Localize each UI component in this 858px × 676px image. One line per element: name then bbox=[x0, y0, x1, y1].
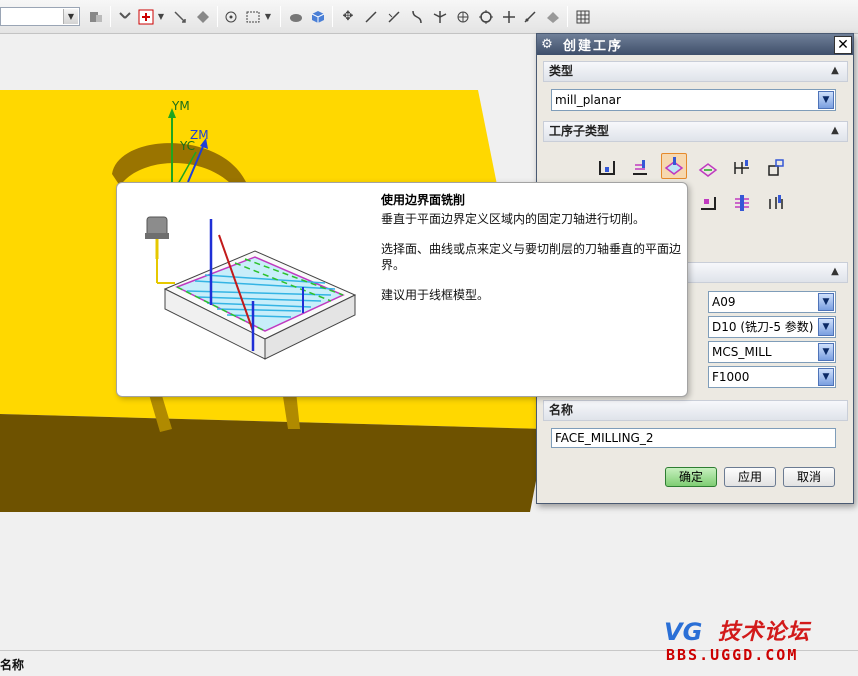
geometry-value: MCS_MILL bbox=[712, 345, 772, 359]
toolbar-separator bbox=[332, 6, 333, 27]
toolbar-separator bbox=[280, 6, 281, 27]
chevron-down-icon[interactable]: ▼ bbox=[156, 6, 166, 27]
operation-name-field[interactable]: FACE_MILLING_2 bbox=[551, 428, 836, 448]
ym-axis-label: YM bbox=[172, 99, 190, 113]
ok-button[interactable]: 确定 bbox=[665, 467, 717, 487]
type-section-title: 类型 bbox=[549, 64, 574, 78]
subtype-section-header[interactable]: 工序子类型 ▲ bbox=[543, 121, 848, 142]
type-section: 类型 ▲ mill_planar ▼ bbox=[543, 61, 848, 111]
name-section-header[interactable]: 名称 bbox=[543, 400, 848, 421]
floor-wall-icon[interactable] bbox=[594, 155, 620, 181]
watermark-cn-text: 技术论坛 bbox=[718, 620, 811, 645]
main-toolbar: ▼ ▼ ▼ ✥ bbox=[0, 0, 858, 34]
floor-wall-is-icon[interactable] bbox=[627, 155, 653, 181]
grid-icon[interactable] bbox=[573, 6, 593, 27]
watermark: VG 技术论坛 BBS.UGGD.COM bbox=[660, 614, 850, 664]
collapse-icon[interactable]: ▲ bbox=[827, 123, 843, 139]
chevron-down-icon[interactable]: ▼ bbox=[818, 91, 834, 109]
chevron-down-icon[interactable]: ▼ bbox=[263, 6, 273, 27]
dialog-title: 创建工序 bbox=[563, 39, 624, 54]
method-value: F1000 bbox=[712, 370, 750, 384]
type-combo-value: mill_planar bbox=[555, 93, 621, 107]
intersection-icon[interactable] bbox=[430, 6, 450, 27]
type-section-header[interactable]: 类型 ▲ bbox=[543, 61, 848, 82]
line-icon[interactable] bbox=[361, 6, 381, 27]
yc-axis-label: YC bbox=[180, 139, 196, 153]
subtype-section: 工序子类型 ▲ bbox=[543, 121, 848, 142]
cross-icon[interactable] bbox=[499, 6, 519, 27]
chevron-down-icon[interactable]: ▼ bbox=[818, 368, 834, 386]
3d-box-icon[interactable] bbox=[308, 6, 328, 27]
name-section-title: 名称 bbox=[549, 403, 574, 417]
rotate-view-icon[interactable] bbox=[193, 6, 213, 27]
program-value: A09 bbox=[712, 295, 736, 309]
circle-icon[interactable] bbox=[476, 6, 496, 27]
type-combo[interactable]: mill_planar ▼ bbox=[551, 89, 836, 111]
gear-icon[interactable]: ⚙ bbox=[537, 37, 557, 52]
chevron-down-icon[interactable]: ▼ bbox=[63, 9, 78, 24]
layer-icon[interactable] bbox=[543, 6, 563, 27]
collapse-icon[interactable]: ▲ bbox=[827, 63, 843, 79]
point-icon[interactable] bbox=[221, 6, 241, 27]
dialog-title-bar[interactable]: ⚙ 创建工序 ✕ bbox=[537, 34, 853, 55]
finish-floor-icon[interactable] bbox=[763, 190, 789, 216]
filter-combo[interactable]: ▼ bbox=[0, 7, 80, 26]
circle-point-icon[interactable] bbox=[453, 6, 473, 27]
tool-value: D10 (铣刀-5 参数) bbox=[712, 320, 814, 334]
rectangle-select-icon[interactable] bbox=[243, 6, 263, 27]
subtype-section-title: 工序子类型 bbox=[549, 124, 610, 138]
toolbar-separator bbox=[567, 6, 568, 27]
chevron-down-icon[interactable]: ▼ bbox=[818, 318, 834, 336]
name-section: 名称 bbox=[543, 400, 848, 421]
shaded-icon[interactable] bbox=[286, 6, 306, 27]
tooltip-line-2b: 界。 bbox=[381, 258, 406, 272]
method-combo[interactable]: F1000 ▼ bbox=[708, 366, 836, 388]
dynamic-rotate-icon[interactable] bbox=[115, 6, 135, 27]
apply-button[interactable]: 应用 bbox=[724, 467, 776, 487]
snap-icon[interactable] bbox=[86, 6, 106, 27]
status-label: 名称 bbox=[0, 658, 25, 672]
toolbar-separator bbox=[217, 6, 218, 27]
watermark-en-text: BBS.UGGD.COM bbox=[666, 646, 799, 664]
move-handle-icon[interactable]: ✥ bbox=[338, 6, 358, 27]
tool-combo[interactable]: D10 (铣刀-5 参数) ▼ bbox=[708, 316, 836, 338]
close-button[interactable]: ✕ bbox=[834, 35, 852, 54]
tooltip-line-2a: 选择面、曲线或点来定义与要切削层的刀轴垂直的平面边 bbox=[381, 242, 682, 256]
svg-text:VG: VG bbox=[664, 618, 702, 646]
toolbar-separator bbox=[110, 6, 111, 27]
planar-profile-icon[interactable] bbox=[763, 155, 789, 181]
face-milling-manual-icon[interactable] bbox=[695, 155, 721, 181]
subtype-tooltip: 使用边界面铣削 垂直于平面边界定义区域内的固定刀轴进行切削。 选择面、曲线或点来… bbox=[116, 182, 688, 397]
arc-icon[interactable] bbox=[384, 6, 404, 27]
tooltip-line-1: 垂直于平面边界定义区域内的固定刀轴进行切削。 bbox=[381, 212, 646, 226]
face-milling-icon[interactable] bbox=[661, 153, 687, 179]
face-milling-illustration bbox=[145, 216, 357, 360]
collapse-icon[interactable]: ▲ bbox=[827, 264, 843, 280]
vg-logo: VG bbox=[664, 618, 702, 646]
measure-icon[interactable] bbox=[520, 6, 540, 27]
planar-mill-icon[interactable] bbox=[729, 155, 755, 181]
cleanup-corners-icon[interactable] bbox=[695, 190, 721, 216]
selection-filter-icon[interactable] bbox=[136, 6, 156, 27]
chevron-down-icon[interactable]: ▼ bbox=[818, 293, 834, 311]
chevron-down-icon[interactable]: ▼ bbox=[818, 343, 834, 361]
tooltip-line-3: 建议用于线框模型。 bbox=[381, 288, 490, 302]
program-combo[interactable]: A09 ▼ bbox=[708, 291, 836, 313]
curve-icon[interactable] bbox=[407, 6, 427, 27]
geometry-combo[interactable]: MCS_MILL ▼ bbox=[708, 341, 836, 363]
finish-walls-icon[interactable] bbox=[729, 190, 755, 216]
move-icon[interactable] bbox=[170, 6, 190, 27]
tooltip-title: 使用边界面铣削 bbox=[381, 193, 466, 207]
cancel-button[interactable]: 取消 bbox=[783, 467, 835, 487]
